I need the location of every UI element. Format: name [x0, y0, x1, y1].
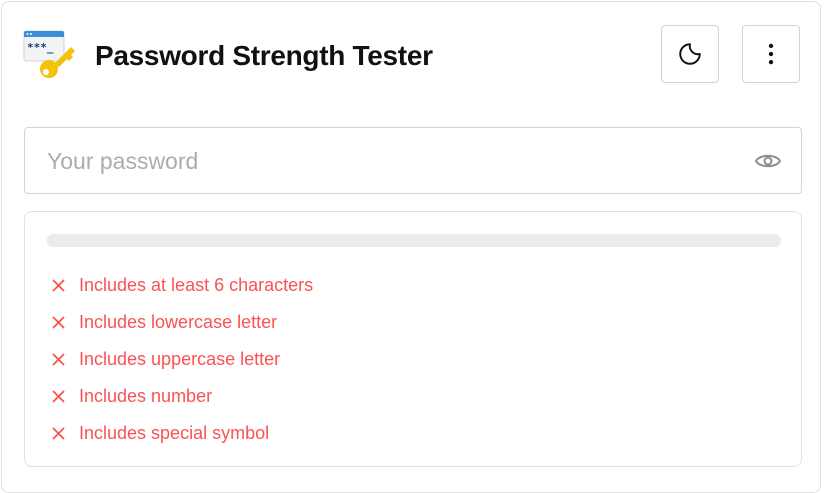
password-field — [24, 127, 802, 194]
moon-icon — [679, 43, 701, 65]
requirement-item: Includes special symbol — [47, 415, 313, 452]
requirement-item: Includes lowercase letter — [47, 304, 313, 341]
requirement-item: Includes at least 6 characters — [47, 267, 313, 304]
x-icon — [49, 351, 67, 369]
svg-text:***_: ***_ — [27, 41, 54, 54]
requirement-label: Includes special symbol — [79, 423, 270, 443]
requirement-label: Includes number — [79, 386, 213, 406]
requirement-label: Includes at least 6 characters — [79, 275, 314, 295]
password-key-logo: ***_ — [23, 30, 75, 78]
strength-panel: Includes at least 6 characters Includes l… — [24, 211, 802, 467]
app-window: ***_ Password Strength Tester Includes a… — [1, 1, 821, 493]
app-title: Password Strength Tester — [95, 40, 433, 71]
header: ***_ Password Strength Tester — [2, 2, 822, 106]
x-icon — [49, 425, 67, 443]
requirement-item: Includes number — [47, 378, 313, 415]
toggle-visibility-button[interactable] — [753, 148, 783, 174]
menu-button[interactable] — [742, 25, 800, 83]
strength-meter — [47, 234, 781, 247]
requirement-item: Includes uppercase letter — [47, 341, 313, 378]
password-input[interactable] — [47, 142, 737, 180]
requirement-label: Includes uppercase letter — [79, 349, 281, 369]
theme-toggle-button[interactable] — [661, 25, 719, 83]
x-icon — [49, 277, 67, 295]
x-icon — [49, 388, 67, 406]
requirements-list: Includes at least 6 characters Includes l… — [47, 267, 313, 452]
x-icon — [49, 314, 67, 332]
eye-icon — [755, 154, 781, 168]
requirement-label: Includes lowercase letter — [79, 312, 278, 332]
dots-vertical-icon — [768, 43, 774, 65]
